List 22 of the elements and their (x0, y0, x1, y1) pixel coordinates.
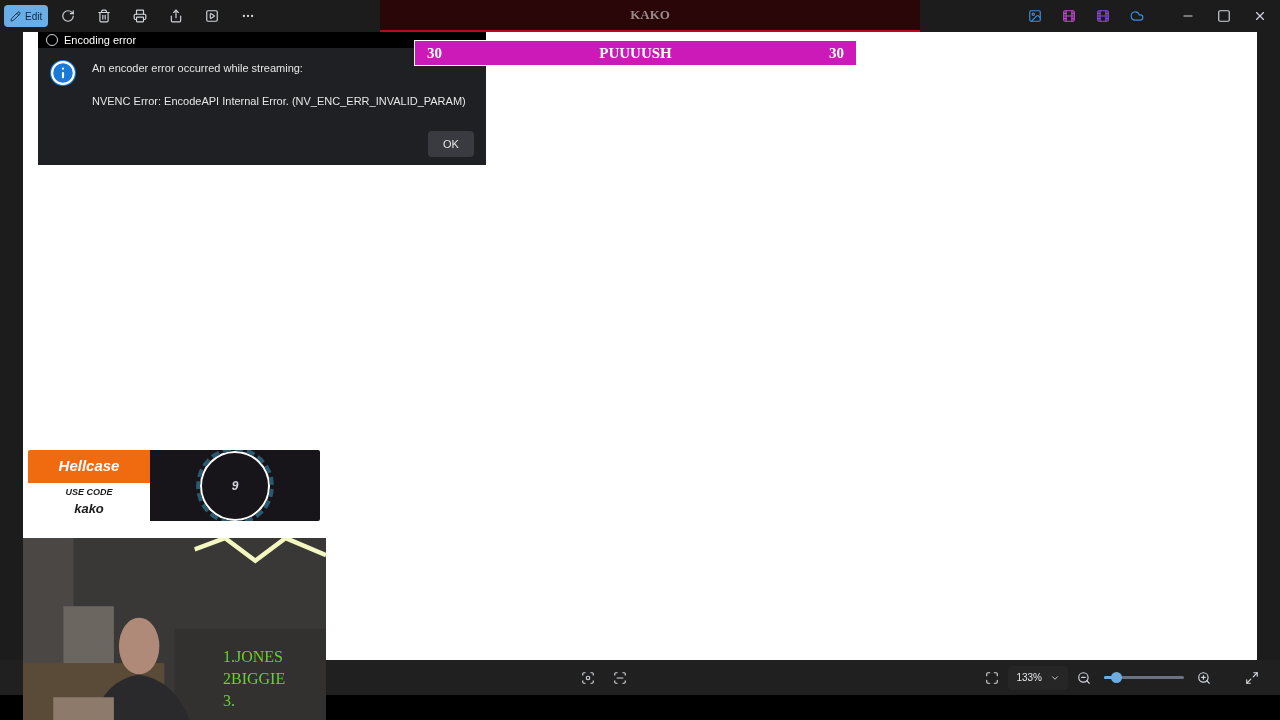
leaderboard-entry: 3. (223, 691, 236, 711)
leaderboard-entry: 2BIGGIE (223, 669, 286, 689)
banner-logo: KAKO (630, 6, 670, 25)
code-label: USE CODE (65, 485, 113, 499)
video-icon[interactable] (1096, 9, 1110, 23)
dialog-title: Encoding error (64, 32, 137, 48)
goal-count: 30 (829, 43, 844, 63)
photos-icon[interactable] (1028, 9, 1042, 23)
leaderboard-entry: 1.JONES (223, 647, 284, 667)
promo-code: kako (74, 500, 104, 518)
edit-button[interactable]: Edit (4, 5, 49, 27)
edit-icon (10, 10, 21, 22)
zoom-dropdown[interactable]: 133% (1008, 665, 1068, 690)
cloud-icon[interactable] (1130, 9, 1144, 23)
hellcase-logo: Hellcase (58, 456, 120, 477)
info-icon (50, 60, 76, 86)
timer-value: 9 (231, 477, 239, 495)
goal-count: 30 (427, 43, 442, 63)
ok-button[interactable]: OK (428, 131, 474, 157)
goal-title: PUUUUSH (599, 43, 672, 63)
error-detail: NVENC Error: EncodeAPI Internal Error. (NV_ENC_ERR_INVALID_PARAM) (92, 93, 466, 109)
error-message: An encoder error occurred while streaming: (92, 61, 304, 76)
